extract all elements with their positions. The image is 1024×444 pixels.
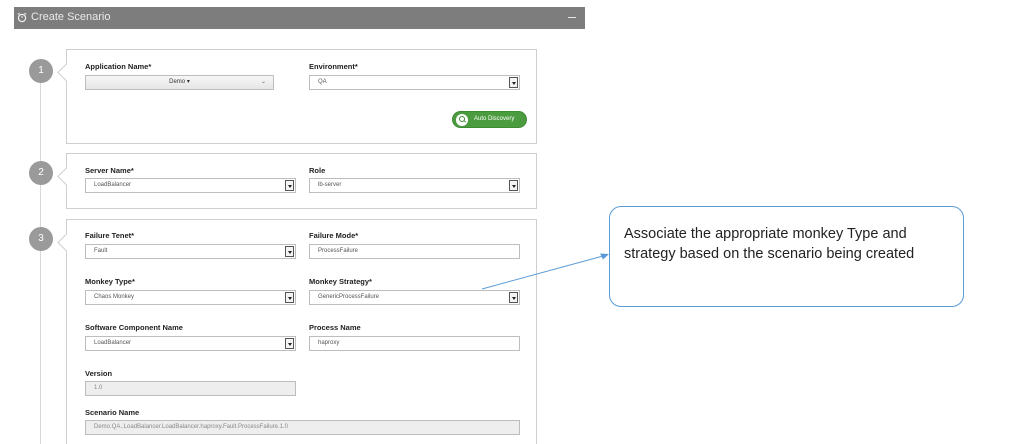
callout-text: Associate the appropriate monkey Type an…	[624, 226, 915, 262]
annotation-callout: Associate the appropriate monkey Type an…	[609, 206, 964, 307]
